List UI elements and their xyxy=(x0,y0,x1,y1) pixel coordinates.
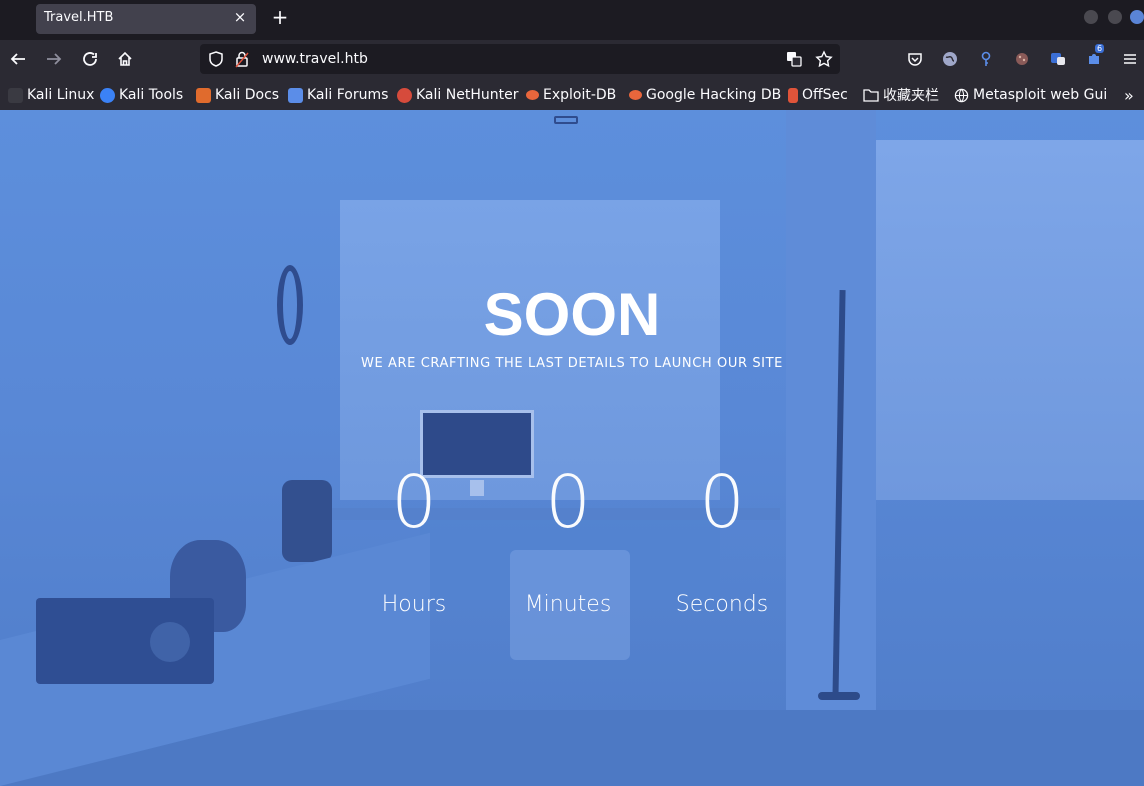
address-bar[interactable]: www.travel.htb xyxy=(200,44,840,74)
translate-extension-icon[interactable] xyxy=(1048,49,1068,69)
countdown-seconds: 0 Seconds xyxy=(642,460,802,617)
cookie-extension-icon[interactable] xyxy=(1012,49,1032,69)
maximize-button[interactable] xyxy=(1108,10,1122,24)
bookmarks-toolbar: Kali Linux Kali Tools Kali Docs Kali For… xyxy=(0,78,1144,110)
globe-extension-icon[interactable] xyxy=(940,49,960,69)
forward-button[interactable] xyxy=(44,49,64,69)
extensions-button[interactable]: 6 xyxy=(1084,44,1105,69)
hero-section: SOON WE ARE CRAFTING THE LAST DETAILS TO… xyxy=(0,110,1144,786)
exploit-db-icon xyxy=(526,90,539,100)
bookmark-kali-docs[interactable]: Kali Docs xyxy=(196,86,279,104)
kali-forums-icon xyxy=(288,87,303,103)
folder-icon xyxy=(863,89,879,102)
kali-tools-icon xyxy=(100,87,115,103)
navigation-toolbar: www.travel.htb 6 xyxy=(0,40,1144,78)
seconds-label: Seconds xyxy=(675,592,769,617)
close-window-button[interactable] xyxy=(1130,10,1144,24)
new-tab-button[interactable]: + xyxy=(270,6,290,28)
tab-close-icon[interactable]: × xyxy=(232,8,248,26)
key-extension-icon[interactable] xyxy=(976,49,996,69)
bookmark-folder[interactable]: 收藏夹栏 xyxy=(863,86,939,104)
offsec-icon xyxy=(788,87,798,103)
countdown-hours: 0 Hours xyxy=(334,460,494,617)
tracking-protection-icon[interactable] xyxy=(206,49,226,69)
bookmark-offsec[interactable]: OffSec xyxy=(788,86,848,104)
reload-icon xyxy=(83,52,97,66)
hours-label: Hours xyxy=(381,592,447,617)
kali-docs-icon xyxy=(196,87,211,103)
tab-travel-htb[interactable]: Travel.HTB × xyxy=(36,4,256,34)
back-button[interactable] xyxy=(8,49,28,69)
seconds-value: 0 xyxy=(699,460,745,544)
extensions-badge: 6 xyxy=(1095,44,1105,53)
bookmark-exploit-db[interactable]: Exploit-DB xyxy=(526,86,616,104)
minutes-label: Minutes xyxy=(524,592,612,617)
kali-nethunter-icon xyxy=(397,87,412,103)
bookmark-metasploit-web-gui[interactable]: Metasploit web Gui xyxy=(954,86,1107,104)
minutes-value: 0 xyxy=(545,460,591,544)
back-arrow-icon xyxy=(10,53,25,65)
countdown-minutes: 0 Minutes xyxy=(488,460,648,617)
pocket-icon[interactable] xyxy=(905,49,925,69)
reload-button[interactable] xyxy=(80,49,100,69)
tab-title: Travel.HTB xyxy=(44,10,114,25)
bookmark-kali-forums[interactable]: Kali Forums xyxy=(288,86,388,104)
google-hacking-db-icon xyxy=(629,90,642,100)
kali-linux-icon xyxy=(8,87,23,103)
translate-icon[interactable] xyxy=(784,49,804,69)
lock-icon[interactable] xyxy=(232,49,252,69)
bookmark-kali-nethunter[interactable]: Kali NetHunter xyxy=(397,86,518,104)
home-icon xyxy=(118,51,132,66)
bookmark-google-hacking-db[interactable]: Google Hacking DB xyxy=(629,86,781,104)
hours-value: 0 xyxy=(391,460,437,544)
minimize-button[interactable] xyxy=(1084,10,1098,24)
url-text: www.travel.htb xyxy=(262,51,368,67)
tagline: WE ARE CRAFTING THE LAST DETAILS TO LAUN… xyxy=(361,356,783,371)
menu-button[interactable] xyxy=(1120,49,1140,69)
home-button[interactable] xyxy=(115,49,135,69)
bookmark-star-icon[interactable] xyxy=(814,49,834,69)
globe-icon xyxy=(954,88,969,102)
more-bookmarks-chevron-icon[interactable]: » xyxy=(1124,86,1134,105)
hamburger-menu-icon xyxy=(1124,54,1136,64)
bookmark-kali-linux[interactable]: Kali Linux xyxy=(8,86,94,104)
forward-arrow-icon xyxy=(47,53,62,65)
bookmark-kali-tools[interactable]: Kali Tools xyxy=(100,86,183,104)
webpage-content: SOON WE ARE CRAFTING THE LAST DETAILS TO… xyxy=(0,110,1144,786)
page-title: SOON xyxy=(483,281,661,348)
tab-strip: Travel.HTB × + xyxy=(0,0,1144,36)
